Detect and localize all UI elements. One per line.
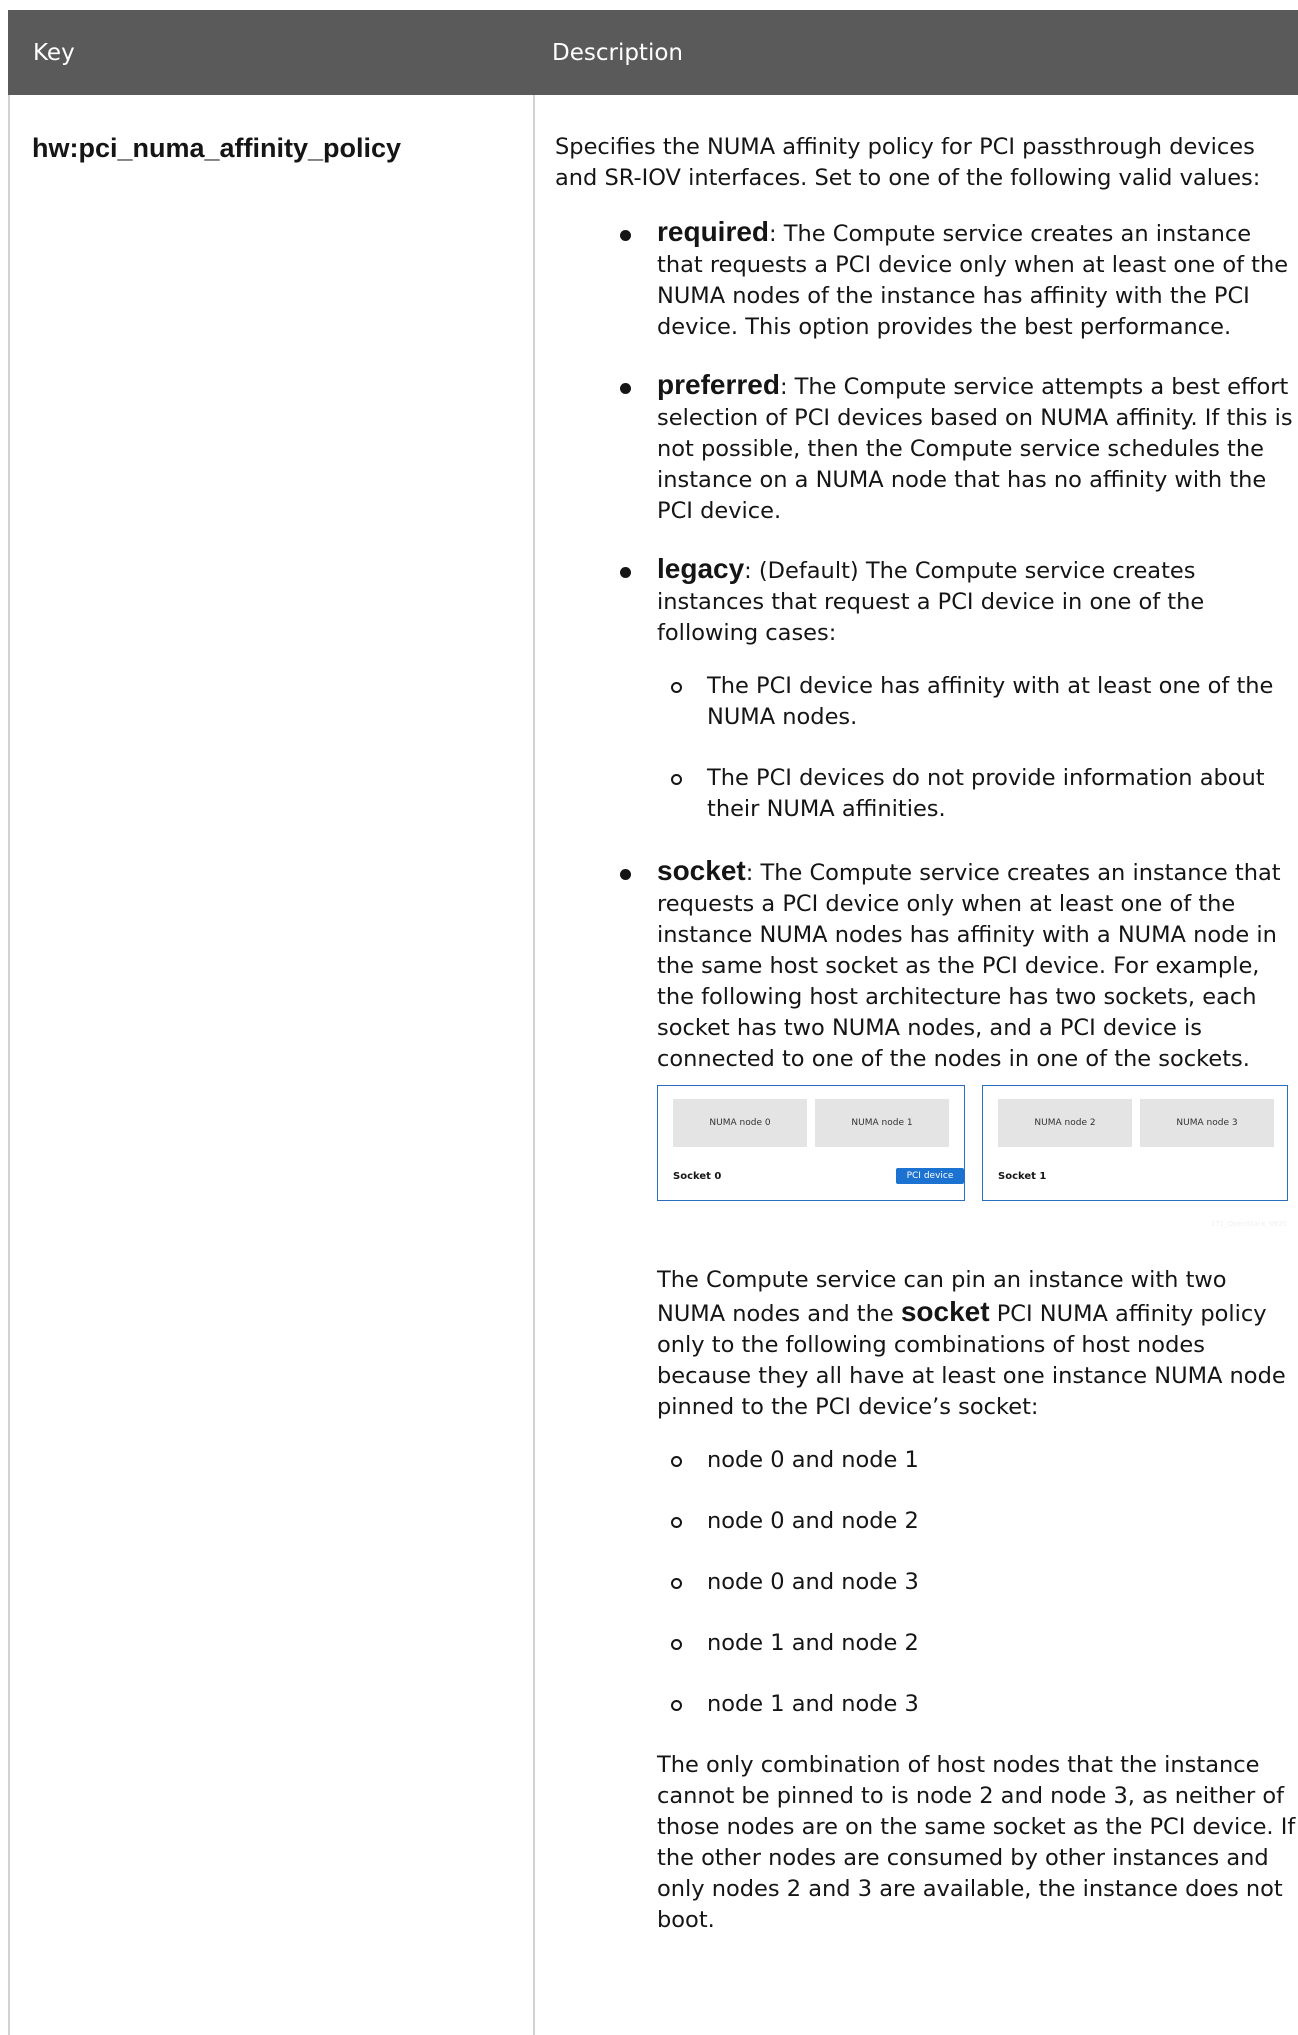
key-cell: hw:pci_numa_affinity_policy [32,133,402,163]
closing-paragraph: The only combination of host nodes that … [657,1752,1296,1933]
socket-label: Socket 0 [673,1171,722,1182]
pinning-intro: The Compute service can pin an instance … [657,1265,1298,1423]
value-term: preferred [657,369,780,400]
socket-box: NUMA node 2 NUMA node 3 Socket 1 [982,1085,1288,1201]
value-term: required [657,216,770,247]
spec-table: Key Description hw:pci_numa_affinity_pol… [8,10,1298,2035]
socket-box: NUMA node 0 NUMA node 1 Socket 0 PCI dev… [657,1085,965,1201]
policy-values-list: required : The Compute service creates an… [555,216,1298,1936]
list-item: The PCI device has affinity with at leas… [671,671,1298,733]
column-divider [533,95,535,2035]
pci-device-badge: PCI device [896,1168,964,1184]
list-item: legacy: (Default) The Compute service cr… [620,553,1298,825]
description-cell: Specifies the NUMA affinity policy for P… [555,132,1298,1962]
numa-node-box: NUMA node 1 [815,1099,949,1147]
list-item: node 0 and node 3 [671,1567,1298,1598]
description-column-header: Description [552,40,683,66]
diagram-watermark: 171_OpenStack_0920 [1210,1220,1287,1228]
value-term: socket [657,855,746,886]
list-item: node 1 and node 3 [671,1689,1298,1720]
list-item: socket: The Compute service creates an i… [620,855,1298,1936]
numa-node-box: NUMA node 3 [1140,1099,1274,1147]
value-term: legacy [657,553,745,584]
list-item: The PCI devices do not provide informati… [671,763,1298,825]
list-item: required: The Compute service creates an… [620,216,1298,343]
legacy-cases-list: The PCI device has affinity with at leas… [657,671,1298,825]
numa-node-box: NUMA node 0 [673,1099,807,1147]
list-item: node 0 and node 2 [671,1506,1298,1537]
socket-architecture-diagram: NUMA node 0 NUMA node 1 Socket 0 PCI dev… [657,1085,1288,1235]
table-header: Key Description [8,10,1298,95]
list-item: node 1 and node 2 [671,1628,1298,1659]
numa-node-box: NUMA node 2 [998,1099,1132,1147]
value-description: : The Compute service creates an instanc… [657,860,1281,1072]
description-intro: Specifies the NUMA affinity policy for P… [555,134,1261,191]
node-combinations-list: node 0 and node 1 node 0 and node 2 node… [657,1445,1298,1720]
key-column-header: Key [33,40,75,66]
value-term: socket [900,1296,990,1327]
list-item: node 0 and node 1 [671,1445,1298,1476]
list-item: preferred: The Compute service attempts … [620,369,1298,527]
socket-label: Socket 1 [998,1171,1047,1182]
